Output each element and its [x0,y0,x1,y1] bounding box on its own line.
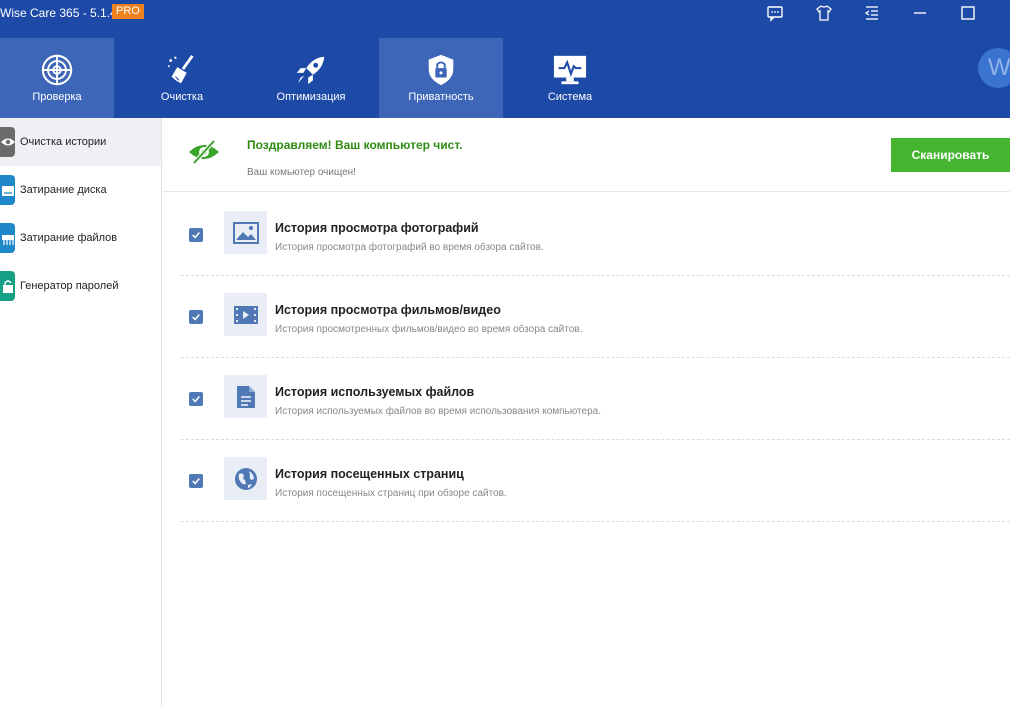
title-bar: Wise Care 365 - 5.1.4 PRO [0,0,1010,28]
nav-item-cleaning[interactable]: Очистка [120,38,244,118]
checkmark-icon [192,396,200,403]
nav-item-system[interactable]: Система [508,38,632,118]
nav-label: Приватность [408,91,474,103]
scan-button[interactable]: Сканировать [891,138,1010,172]
history-item-title: История используемых файлов [275,385,475,399]
skin-icon[interactable] [814,4,834,22]
nav-item-privacy[interactable]: Приватность [379,38,503,118]
sidebar-item-file-shredder[interactable]: Затирание файлов [0,214,161,262]
avatar[interactable]: W [978,48,1010,88]
pro-badge: PRO [112,4,144,19]
status-subtitle: Ваш комьютер очищен! [247,167,356,178]
sidebar: Очистка истории Затирание диска Затирани… [0,118,162,707]
history-item-description: История просмотра фотографий во время об… [275,242,544,253]
radar-icon [38,51,76,89]
nav-label: Очистка [160,91,204,103]
menu-icon[interactable] [862,4,882,22]
nav-label: Проверка [32,91,82,103]
disk-icon [0,175,15,205]
checkmark-icon [192,232,200,239]
history-item-video: История просмотра фильмов/видео История … [181,276,1010,358]
nav-item-optimization[interactable]: Оптимизация [249,38,373,118]
film-icon [224,293,267,336]
main-nav: Проверка Очистка Оптимизация Приватность… [0,38,1010,118]
app-header: Wise Care 365 - 5.1.4 PRO Проверка Очист… [0,0,1010,118]
checkmark-icon [192,314,200,321]
sidebar-item-label: Генератор паролей [20,280,119,292]
globe-icon [224,457,267,500]
maximize-icon[interactable] [958,4,978,22]
status-panel: Поздравляем! Ваш компьютер чист. Ваш ком… [163,118,1010,192]
checkbox[interactable] [189,228,203,242]
broom-icon [163,51,201,89]
history-item-files: История используемых файлов История испо… [181,358,1010,440]
feedback-icon[interactable] [765,4,785,22]
sidebar-item-password-generator[interactable]: Генератор паролей [0,262,161,310]
nav-label: Система [547,91,593,103]
image-icon [224,211,267,254]
history-item-description: История просмотренных фильмов/видео во в… [275,324,583,335]
history-item-photos: История просмотра фотографий История про… [181,194,1010,276]
sidebar-item-label: Затирание файлов [20,232,118,244]
history-item-title: История просмотра фильмов/видео [275,303,501,317]
lock-icon [0,271,15,301]
monitor-icon [551,51,589,89]
checkbox[interactable] [189,392,203,406]
nav-item-checkup[interactable]: Проверка [0,38,114,118]
shredder-icon [0,223,15,253]
sidebar-item-label: Затирание диска [20,184,107,196]
nav-label: Оптимизация [276,91,346,103]
sidebar-item-disk-eraser[interactable]: Затирание диска [0,166,161,214]
rocket-icon [292,51,330,89]
eye-icon [0,127,15,157]
eye-hidden-icon [189,139,219,165]
document-icon [224,375,267,418]
checkbox[interactable] [189,474,203,488]
history-item-title: История посещенных страниц [275,467,464,481]
history-item-title: История просмотра фотографий [275,221,479,235]
app-title: Wise Care 365 - 5.1.4 [0,6,117,20]
sidebar-item-history-cleaner[interactable]: Очистка истории [0,118,161,166]
history-item-description: История посещенных страниц при обзоре са… [275,488,507,499]
minimize-icon[interactable] [910,4,930,22]
checkbox[interactable] [189,310,203,324]
history-item-pages: История посещенных страниц История посещ… [181,440,1010,522]
shield-lock-icon [422,51,460,89]
main-panel: Поздравляем! Ваш компьютер чист. Ваш ком… [163,118,1010,707]
sidebar-item-label: Очистка истории [20,136,107,148]
history-item-description: История используемых файлов во время исп… [275,406,601,417]
status-title: Поздравляем! Ваш компьютер чист. [247,138,463,152]
checkmark-icon [192,478,200,485]
